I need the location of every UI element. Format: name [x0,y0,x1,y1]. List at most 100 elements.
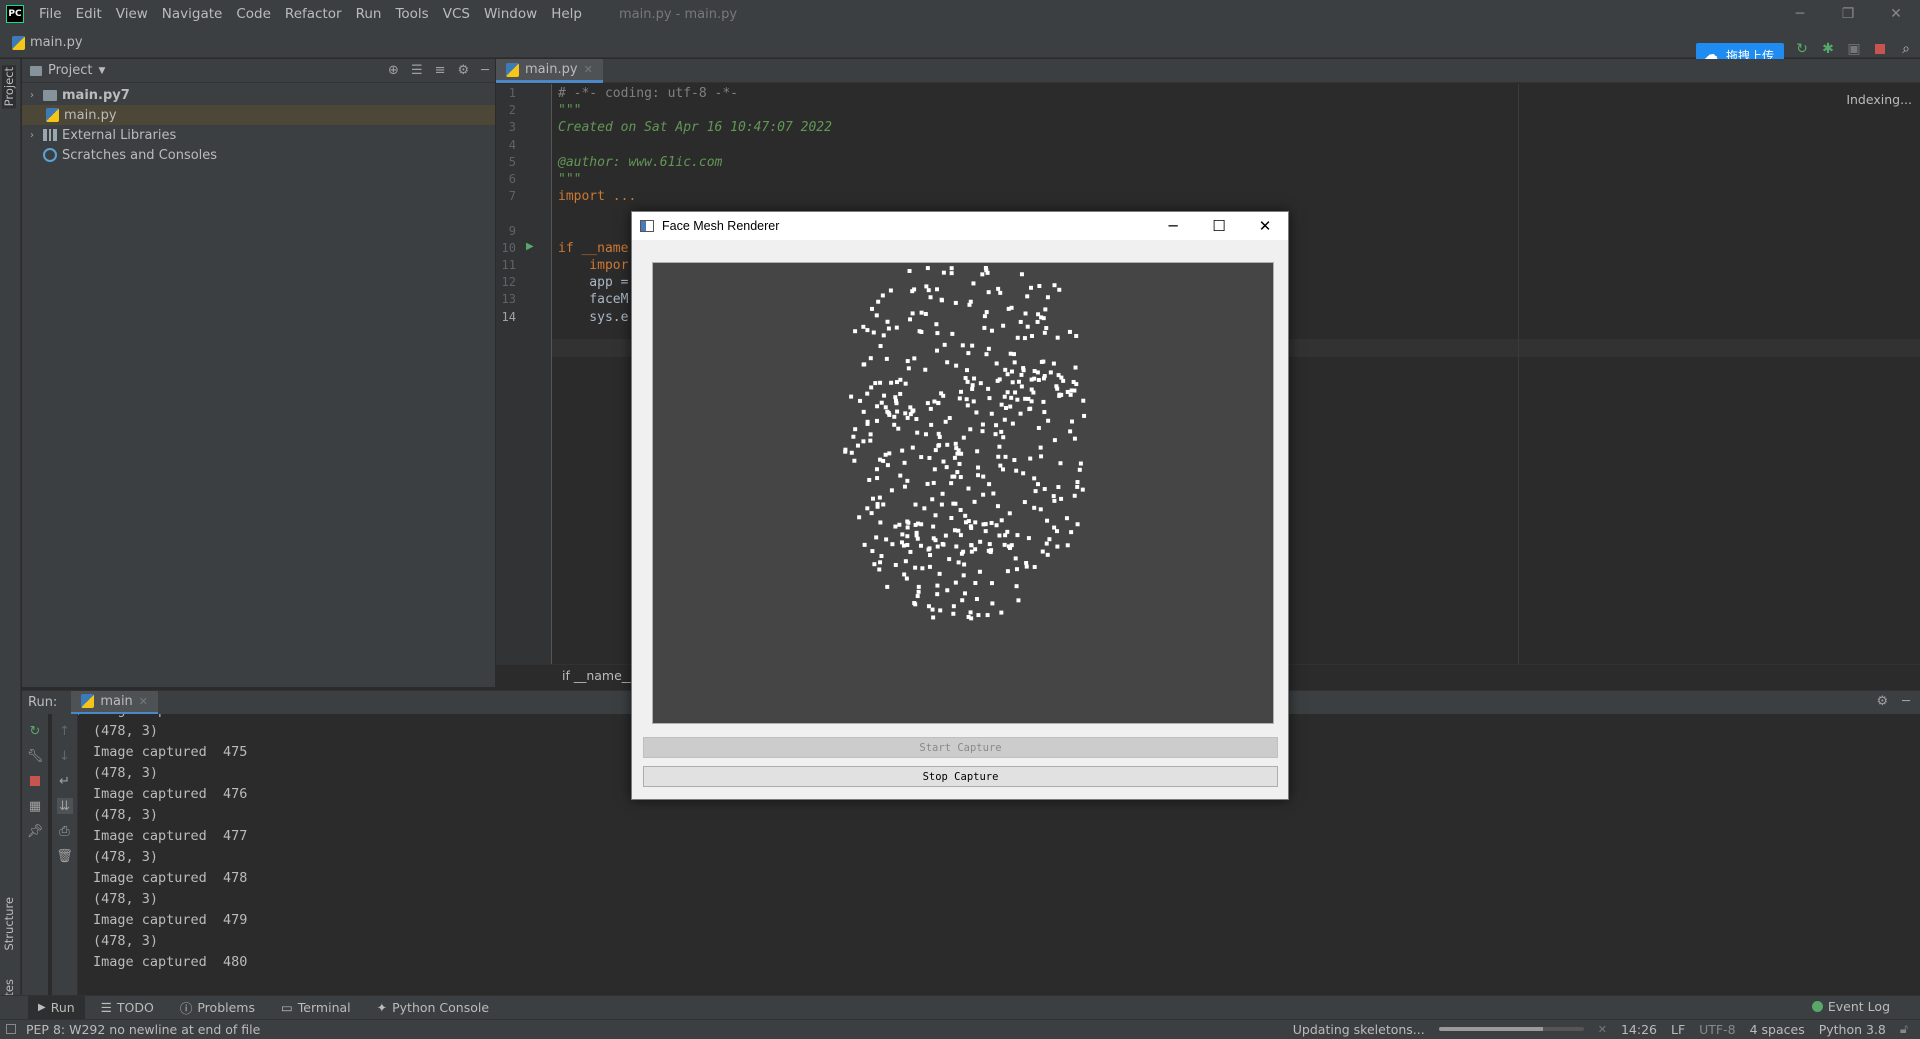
mesh-point [933,448,938,453]
menu-item[interactable]: Run [349,0,389,28]
bottom-tab-problems[interactable]: ⓘ Problems [170,996,265,1020]
mesh-point [928,295,933,300]
tab-main-py[interactable]: main.py ✕ [496,59,603,83]
chevron-right-icon[interactable]: › [26,90,38,101]
editor-breadcrumb[interactable]: if __name__ [562,668,634,683]
print-icon[interactable]: ⎙ [57,823,73,839]
locate-icon[interactable]: ⊕ [388,63,399,78]
mesh-point [983,265,988,270]
menu-item[interactable]: Navigate [155,0,230,28]
collapse-all-icon[interactable]: ≡ [435,63,446,78]
mesh-point [885,584,890,589]
rerun-icon[interactable]: ↻ [27,723,43,739]
mesh-point [1064,516,1069,521]
close-icon[interactable]: ✕ [139,695,148,708]
stripe-structure-tab[interactable]: Structure [2,897,16,951]
mesh-point [951,604,956,609]
nav-file-label: main.py [30,35,83,50]
mesh-point [926,604,931,609]
start-capture-button[interactable]: Start Capture [643,737,1278,758]
run-tab-main[interactable]: main ✕ [71,690,159,715]
project-title[interactable]: Project [48,63,92,78]
indent-setting[interactable]: 4 spaces [1750,1022,1805,1037]
tree-item[interactable]: › External Libraries [22,125,495,145]
stop-capture-button[interactable]: Stop Capture [643,766,1278,787]
minimize-button[interactable]: ─ [1150,212,1196,240]
tree-item[interactable]: Scratches and Consoles [22,145,495,165]
menu-item[interactable]: Edit [69,0,109,28]
mesh-point [1010,421,1015,426]
event-log-button[interactable]: Event Log [1811,999,1890,1014]
bottom-tab-python-console[interactable]: ✦ Python Console [367,996,499,1020]
mesh-point [1032,476,1037,481]
run-gutter-icon[interactable]: ▶ [526,241,534,252]
gear-icon[interactable]: ⚙ [458,63,470,78]
background-task-label[interactable]: Updating skeletons... [1293,1022,1425,1037]
layout-icon[interactable]: ▦ [27,798,43,814]
mesh-point [983,529,988,534]
bottom-tab-todo[interactable]: ☰ TODO [91,996,164,1020]
pin-icon[interactable]: 📌︎ [27,823,44,839]
close-button[interactable]: ✕ [1242,212,1288,240]
coverage-icon[interactable]: ▣ [1846,41,1862,57]
expand-all-icon[interactable]: ☰ [411,63,423,78]
face-mesh-titlebar[interactable]: Face Mesh Renderer ─ ☐ ✕ [632,212,1288,240]
menu-item[interactable]: Tools [388,0,435,28]
stripe-project-tab[interactable]: Project [2,65,16,109]
mesh-point [902,460,907,465]
menu-item[interactable]: View [109,0,155,28]
close-button[interactable]: ✕ [1872,0,1920,28]
hide-icon[interactable]: ─ [481,63,489,78]
mesh-point [932,467,937,472]
menu-item[interactable]: VCS [436,0,477,28]
file-encoding[interactable]: UTF-8 [1699,1022,1735,1037]
mesh-point [963,376,968,380]
arrow-down-icon[interactable]: ↓ [57,748,73,764]
mesh-point [943,533,948,538]
minimize-button[interactable]: ─ [1776,0,1824,28]
search-icon[interactable]: ⌕ [1898,41,1914,57]
close-icon[interactable]: ✕ [1598,1023,1607,1036]
menu-item[interactable]: Help [544,0,589,28]
line-separator[interactable]: LF [1671,1022,1685,1037]
trash-icon[interactable]: 🗑︎ [56,848,73,864]
menu-item[interactable]: Window [477,0,544,28]
mesh-point [868,356,873,361]
menu-item[interactable]: File [32,0,69,28]
menu-item[interactable]: Code [229,0,278,28]
arrow-up-icon[interactable]: ↑ [57,723,73,739]
soft-wrap-icon[interactable]: ↵ [57,773,73,789]
mesh-point [904,576,909,581]
restore-button[interactable]: ❐ [1824,0,1872,28]
mesh-point [1067,329,1072,334]
debug-icon[interactable]: ✱ [1820,41,1836,57]
mesh-point [890,542,895,547]
mesh-point [1033,489,1038,494]
hide-icon[interactable]: ─ [1902,694,1910,709]
stop-icon[interactable] [27,773,43,789]
maximize-button[interactable]: ☐ [1196,212,1242,240]
nav-file-breadcrumb[interactable]: main.py [12,35,83,50]
close-icon[interactable]: ✕ [584,63,593,76]
tree-item[interactable]: › main.py7 [22,85,495,105]
python-interpreter[interactable]: Python 3.8 [1819,1022,1886,1037]
mesh-point [1015,335,1020,340]
mesh-point [971,281,976,286]
rerun-icon[interactable]: ↻ [1794,41,1810,57]
mesh-point [1029,399,1034,404]
lock-icon[interactable]: 🔓︎ [1900,1021,1908,1037]
mesh-point [1002,542,1007,547]
chevron-down-icon[interactable]: ▼ [98,66,105,76]
bottom-tab-run[interactable]: ▶ Run [28,995,85,1020]
tree-item[interactable]: main.py [22,105,495,125]
line-number: 1 [508,86,516,100]
caret-position[interactable]: 14:26 [1621,1022,1657,1037]
menu-item[interactable]: Refactor [278,0,349,28]
stop-icon[interactable] [1872,41,1888,57]
status-widgets: Updating skeletons... ✕ 14:26 LF UTF-8 4… [1293,1021,1908,1037]
chevron-right-icon[interactable]: › [26,130,38,141]
gear-icon[interactable]: ⚙ [1877,694,1889,709]
bottom-tab-terminal[interactable]: ▭ Terminal [271,996,361,1020]
wrench-icon[interactable]: 🔧︎ [27,748,44,764]
scroll-to-end-icon[interactable]: ⇊ [56,798,73,814]
